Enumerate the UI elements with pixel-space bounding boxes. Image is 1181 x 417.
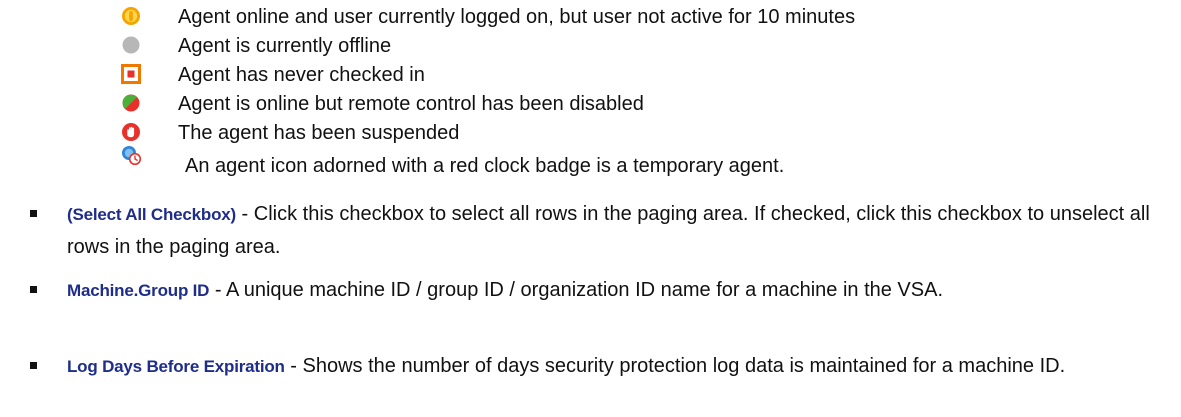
term-separator: - [236,203,254,225]
term-description: A unique machine ID / group ID / organiz… [225,279,943,301]
status-description: Agent is currently offline [178,35,392,57]
status-row-suspended: The agent has been suspended [0,120,1181,149]
status-description: Agent has never checked in [178,64,425,86]
term-separator: - [209,279,226,301]
agent-never-checked-in-icon [121,64,141,84]
term-description: Shows the number of days security protec… [302,355,1066,377]
status-description: Agent online and user currently logged o… [178,6,856,28]
status-row-offline: Agent is currently offline [0,33,1181,62]
status-description: An agent icon adorned with a red clock b… [185,155,785,177]
status-row-remote-control-disabled: Agent is online but remote control has b… [0,91,1181,120]
status-row-online-idle: Agent online and user currently logged o… [0,4,1181,33]
list-item-text: Machine.Group ID - A unique machine ID /… [67,274,1172,307]
temporary-agent-icon [121,145,141,165]
status-row-never-checked-in: Agent has never checked in [0,62,1181,91]
agent-suspended-icon [121,122,141,142]
term-label: (Select All Checkbox) [67,205,236,224]
agent-offline-icon [121,35,141,55]
bullet-marker [30,286,37,293]
list-item-text: Log Days Before Expiration - Shows the n… [67,350,1172,383]
status-description: The agent has been suspended [178,122,460,144]
agent-remote-control-disabled-icon [121,93,141,113]
status-row-temporary-agent: An agent icon adorned with a red clock b… [0,146,1181,182]
agent-online-user-idle-icon [121,6,141,26]
status-description: Agent is online but remote control has b… [178,93,644,115]
bullet-marker [30,362,37,369]
bullet-marker [30,210,37,217]
term-separator: - [284,355,303,377]
term-label: Log Days Before Expiration [67,357,285,376]
list-item-text: (Select All Checkbox) - Click this check… [67,198,1172,263]
term-label: Machine.Group ID [67,281,210,300]
